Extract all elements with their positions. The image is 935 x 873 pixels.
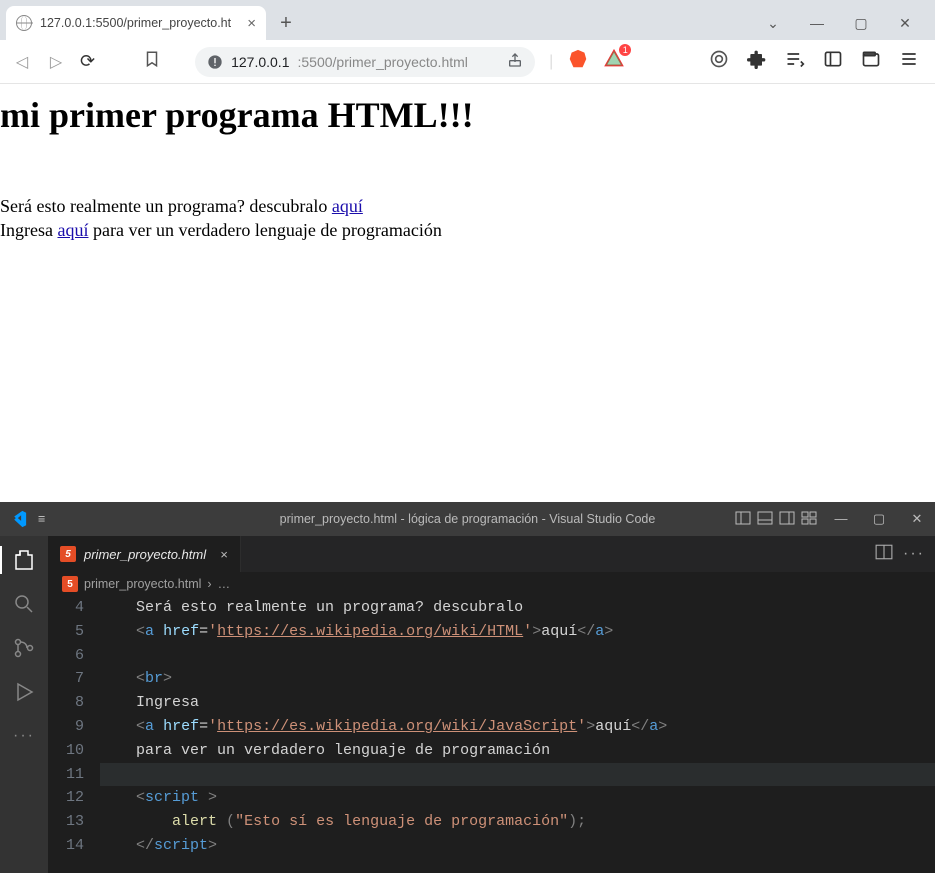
vscode-logo-icon xyxy=(8,509,28,529)
url-path: :5500/primer_proyecto.html xyxy=(297,54,467,70)
text: Será esto realmente un programa? descubr… xyxy=(0,196,332,216)
vscode-window: ≡ primer_proyecto.html - lógica de progr… xyxy=(0,502,935,873)
html-file-icon: 5 xyxy=(62,576,78,592)
html-file-icon: 5 xyxy=(60,546,76,562)
line-numbers: 4567891011121314 xyxy=(48,596,100,873)
browser-tab[interactable]: 127.0.0.1:5500/primer_proyecto.ht × xyxy=(6,6,266,40)
close-tab-icon[interactable]: × xyxy=(247,16,256,31)
minimize-icon[interactable]: — xyxy=(807,15,827,32)
breadcrumb-more: … xyxy=(218,577,231,591)
chevron-right-icon: › xyxy=(207,577,211,591)
page-paragraph: Será esto realmente un programa? descubr… xyxy=(0,194,935,243)
wallet-icon[interactable] xyxy=(861,49,881,74)
playlist-icon[interactable] xyxy=(785,49,805,74)
code-lines[interactable]: Será esto realmente un programa? descubr… xyxy=(100,596,935,873)
vscode-minimize-icon[interactable]: — xyxy=(831,511,851,527)
vscode-title: primer_proyecto.html - lógica de program… xyxy=(280,512,656,526)
explorer-icon[interactable] xyxy=(10,546,38,574)
vscode-menu-button[interactable]: ≡ xyxy=(38,512,45,526)
editor-area: 5 primer_proyecto.html × ··· 5 primer_pr… xyxy=(48,536,935,873)
browser-toolbar: ◁ ▷ ⟳ 127.0.0.1 :5500/primer_proyecto.htm… xyxy=(0,40,935,84)
editor-tabs: 5 primer_proyecto.html × ··· xyxy=(48,536,935,572)
toolbar-right xyxy=(709,49,923,74)
link-aqui-2[interactable]: aquí xyxy=(57,220,88,240)
source-control-icon[interactable] xyxy=(10,634,38,662)
bookmark-icon[interactable] xyxy=(143,50,161,73)
address-bar[interactable]: 127.0.0.1 :5500/primer_proyecto.html xyxy=(195,47,535,77)
brave-shields-icon[interactable]: 1 xyxy=(603,48,625,75)
text: para ver un verdadero lenguaje de progra… xyxy=(88,220,441,240)
layout-controls xyxy=(735,510,817,529)
link-aqui-1[interactable]: aquí xyxy=(332,196,363,216)
breadcrumb-file: primer_proyecto.html xyxy=(84,577,201,591)
more-actions-icon[interactable]: ··· xyxy=(903,545,925,563)
window-controls: ⌄ — ▢ ✕ xyxy=(763,15,929,40)
search-icon[interactable] xyxy=(10,590,38,618)
new-tab-button[interactable]: + xyxy=(272,9,300,37)
text: Ingresa xyxy=(0,220,57,240)
activity-bar: ··· xyxy=(0,536,48,873)
vscode-close-icon[interactable]: ✕ xyxy=(907,511,927,527)
globe-icon xyxy=(16,15,32,31)
not-secure-icon xyxy=(207,54,223,70)
vscode-window-controls: — ▢ ✕ xyxy=(831,511,927,527)
shields-badge: 1 xyxy=(619,44,631,56)
code-editor[interactable]: 4567891011121314 Será esto realmente un … xyxy=(48,596,935,873)
menu-icon[interactable] xyxy=(899,49,919,74)
layout-panel-bottom-icon[interactable] xyxy=(757,510,773,529)
tab-title: 127.0.0.1:5500/primer_proyecto.ht xyxy=(40,16,231,30)
window-caret-icon[interactable]: ⌄ xyxy=(763,15,783,32)
layout-customize-icon[interactable] xyxy=(801,510,817,529)
sidebar-icon[interactable] xyxy=(823,49,843,74)
layout-panel-left-icon[interactable] xyxy=(735,510,751,529)
editor-tab-label: primer_proyecto.html xyxy=(84,547,206,562)
layout-panel-right-icon[interactable] xyxy=(779,510,795,529)
back-icon[interactable]: ◁ xyxy=(12,52,32,72)
extensions-icon[interactable] xyxy=(747,49,767,74)
vscode-titlebar: ≡ primer_proyecto.html - lógica de progr… xyxy=(0,502,935,536)
more-icon[interactable]: ··· xyxy=(10,722,38,750)
share-icon[interactable] xyxy=(507,52,523,71)
breadcrumb[interactable]: 5 primer_proyecto.html › … xyxy=(48,572,935,596)
editor-tab[interactable]: 5 primer_proyecto.html × xyxy=(48,536,241,572)
page-viewport: mi primer programa HTML!!! Será esto rea… xyxy=(0,84,935,502)
rewards-icon[interactable] xyxy=(709,49,729,74)
reload-icon[interactable]: ⟳ xyxy=(80,51,95,72)
browser-tab-strip: 127.0.0.1:5500/primer_proyecto.ht × + ⌄ … xyxy=(0,0,935,40)
maximize-icon[interactable]: ▢ xyxy=(851,15,871,32)
page-heading: mi primer programa HTML!!! xyxy=(0,94,935,136)
url-host: 127.0.0.1 xyxy=(231,54,289,70)
forward-icon[interactable]: ▷ xyxy=(46,52,66,72)
brave-lion-icon[interactable] xyxy=(567,48,589,76)
close-editor-icon[interactable]: × xyxy=(220,547,228,562)
vscode-maximize-icon[interactable]: ▢ xyxy=(869,511,889,527)
close-window-icon[interactable]: ✕ xyxy=(895,15,915,32)
split-editor-icon[interactable] xyxy=(875,543,893,566)
run-debug-icon[interactable] xyxy=(10,678,38,706)
